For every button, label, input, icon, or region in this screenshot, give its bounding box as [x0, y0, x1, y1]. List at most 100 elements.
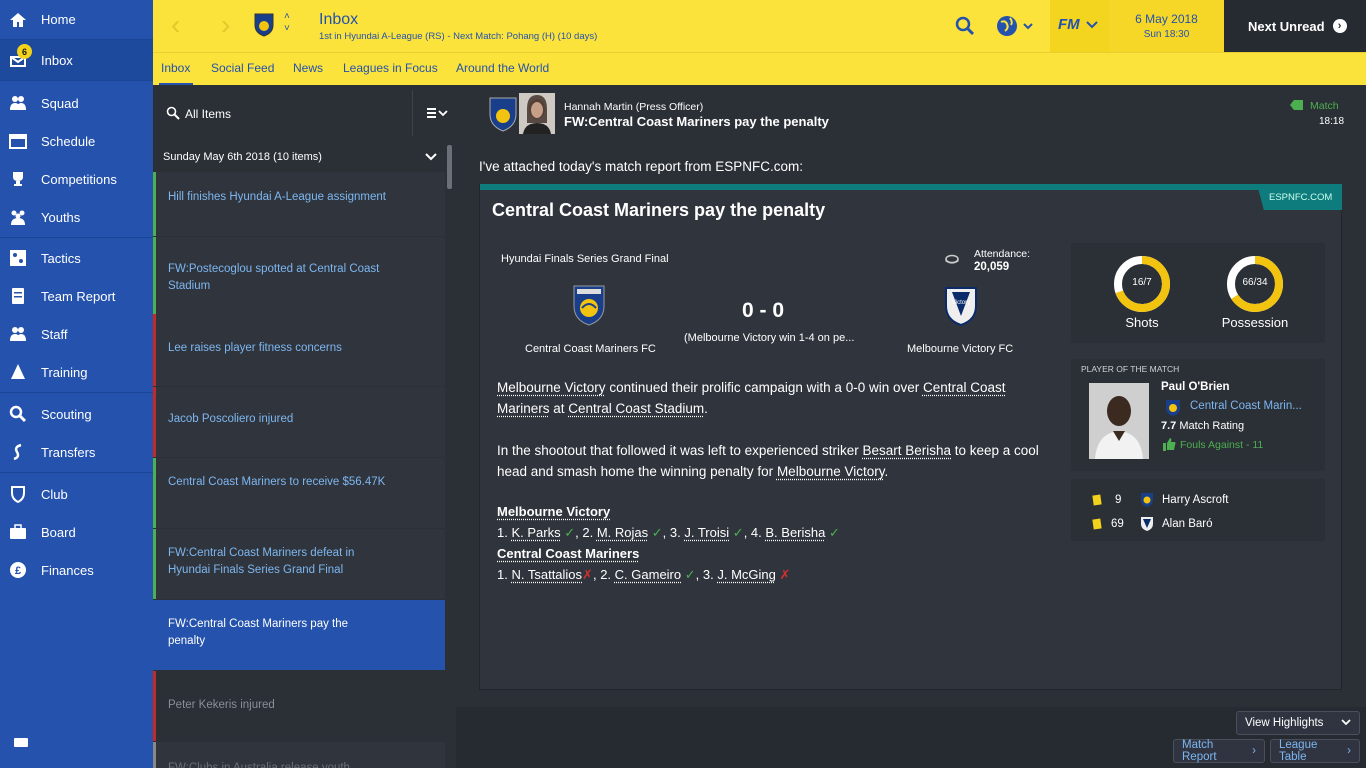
list-scrollbar[interactable] — [447, 145, 452, 189]
svg-text:£: £ — [15, 565, 21, 577]
player-link[interactable]: J. McGing — [717, 567, 776, 582]
booking-player[interactable]: Alan Baró — [1162, 518, 1213, 530]
next-unread-button[interactable]: Next Unread › — [1224, 0, 1366, 52]
player-link[interactable]: J. Troisi — [684, 525, 729, 540]
score-note: (Melbourne Victory win 1-4 on pe... — [684, 332, 855, 344]
sidebar-item-transfers[interactable]: Transfers — [0, 433, 153, 471]
list-item[interactable]: FW:Clubs in Australia release youth — [153, 742, 445, 768]
list-item[interactable]: Hill finishes Hyundai A-League assignmen… — [153, 172, 445, 236]
transfers-icon — [9, 443, 27, 461]
sender-avatar — [519, 93, 555, 134]
back-arrow-icon[interactable]: ‹ — [171, 11, 191, 39]
tab-social-feed[interactable]: Social Feed — [211, 61, 274, 75]
list-item-selected[interactable]: FW:Central Coast Mariners pay the penalt… — [153, 600, 445, 670]
list-item[interactable]: Central Coast Mariners to receive $56.47… — [153, 458, 445, 528]
sidebar-item-label: Training — [41, 364, 88, 380]
home-team-crest-icon[interactable] — [572, 284, 606, 326]
message-subject: FW:Central Coast Mariners pay the penalt… — [564, 114, 829, 129]
sidebar-item-scouting[interactable]: Scouting — [0, 395, 153, 433]
view-highlights-button[interactable]: View Highlights — [1236, 711, 1360, 735]
scored-check-icon: ✓ — [564, 525, 576, 540]
stadium-link[interactable]: Central Coast Stadium — [568, 401, 704, 416]
message-time: 18:18 — [1319, 116, 1345, 127]
player-photo[interactable] — [1089, 383, 1149, 459]
yellow-card-icon — [1092, 518, 1102, 530]
group-header[interactable]: Sunday May 6th 2018 (10 items) — [153, 143, 445, 171]
sidebar-item-competitions[interactable]: Competitions — [0, 160, 153, 198]
sidebar-item-schedule[interactable]: Schedule — [0, 122, 153, 160]
away-team-crest-icon[interactable]: Victory — [944, 286, 978, 327]
home-icon — [9, 11, 27, 29]
message-tag: Match — [1310, 100, 1339, 112]
sidebar-item-team-report[interactable]: Team Report — [0, 277, 153, 315]
sidebar-item-staff[interactable]: Staff — [0, 315, 153, 353]
sidebar-item-label: Transfers — [41, 444, 96, 460]
player-link[interactable]: K. Parks — [511, 525, 560, 540]
player-link[interactable]: Besart Berisha — [862, 443, 951, 458]
shootout-team-2[interactable]: Central Coast Mariners — [497, 546, 639, 561]
yellow-card-icon — [1092, 494, 1102, 506]
page-subtitle: 1st in Hyundai A-League (RS) - Next Matc… — [319, 31, 598, 42]
list-item[interactable]: Lee raises player fitness concerns — [153, 314, 445, 386]
svg-text:Victory: Victory — [952, 300, 970, 306]
sidebar-item-club[interactable]: Club — [0, 475, 153, 513]
game-date[interactable]: 6 May 2018 Sun 18:30 — [1109, 0, 1224, 52]
shootout-team-1[interactable]: Melbourne Victory — [497, 504, 610, 519]
potm-heading: PLAYER OF THE MATCH — [1081, 364, 1180, 374]
list-options-dropdown[interactable] — [426, 106, 450, 120]
away-team-name[interactable]: Melbourne Victory FC — [907, 343, 1013, 355]
home-team-name[interactable]: Central Coast Mariners FC — [525, 343, 656, 355]
attendance-value: 20,059 — [974, 261, 1010, 273]
player-link[interactable]: C. Gameiro — [615, 567, 681, 582]
booking-minute: 69 — [1111, 518, 1124, 530]
divider — [412, 90, 413, 136]
list-item[interactable]: FW:Central Coast Mariners defeat in Hyun… — [153, 529, 445, 599]
chevron-right-icon: › — [1347, 745, 1351, 757]
tab-leagues-in-focus[interactable]: Leagues in Focus — [343, 61, 438, 75]
league-table-button[interactable]: League Table › — [1270, 739, 1360, 763]
sidebar-item-youths[interactable]: Youths — [0, 198, 153, 236]
forward-arrow-icon[interactable]: › — [221, 11, 241, 39]
training-icon — [9, 363, 27, 381]
sidebar-item-training[interactable]: Training — [0, 353, 153, 391]
list-item[interactable]: FW:Postecoglou spotted at Central Coast … — [153, 237, 445, 318]
tab-around-the-world[interactable]: Around the World — [456, 61, 549, 75]
sidebar-item-home[interactable]: Home — [0, 0, 153, 39]
chevron-down-icon — [1341, 717, 1351, 729]
booking-player[interactable]: Harry Ascroft — [1162, 494, 1228, 506]
club-crest-icon — [1140, 492, 1154, 508]
sidebar-item-board[interactable]: Board — [0, 513, 153, 551]
chevron-down-icon — [1086, 14, 1098, 34]
potm-club[interactable]: Central Coast Marin... — [1190, 400, 1302, 412]
match-report-button[interactable]: Match Report › — [1173, 739, 1265, 763]
club-switch-chevrons-icon[interactable]: ˄ ˅ — [284, 11, 290, 35]
globe-dropdown[interactable] — [996, 14, 1034, 38]
missed-cross-icon: ✗ — [779, 567, 791, 582]
player-link[interactable]: N. Tsattalios — [511, 567, 582, 582]
list-item[interactable]: Jacob Poscoliero injured — [153, 387, 445, 457]
team-link[interactable]: Melbourne Victory — [777, 464, 885, 479]
next-unread-label: Next Unread — [1248, 18, 1325, 34]
match-report-label: Match Report — [1182, 739, 1217, 763]
team-link[interactable]: Melbourne Victory — [497, 380, 606, 395]
club-crest-icon[interactable] — [253, 13, 275, 37]
tab-news[interactable]: News — [293, 61, 323, 75]
sidebar-item-squad[interactable]: Squad — [0, 84, 153, 122]
search-icon[interactable] — [955, 16, 975, 36]
list-item[interactable]: Peter Kekeris injured — [153, 671, 445, 741]
report-icon — [9, 287, 27, 305]
player-link[interactable]: M. Rojas — [597, 525, 648, 540]
group-label: Sunday May 6th 2018 (10 items) — [163, 151, 322, 163]
sidebar-item-tactics[interactable]: Tactics — [0, 239, 153, 277]
player-link[interactable]: B. Berisha — [765, 525, 825, 540]
view-highlights-label: View Highlights — [1245, 717, 1324, 729]
possession-value: 66/34 — [1242, 277, 1268, 288]
fm-menu-button[interactable]: FM — [1050, 0, 1109, 52]
potm-name[interactable]: Paul O'Brien — [1161, 381, 1230, 393]
sidebar-item-finances[interactable]: £ Finances — [0, 551, 153, 589]
filter-all-items[interactable]: All Items — [185, 107, 231, 121]
sidebar-item-label: Inbox — [41, 52, 73, 68]
tab-inbox[interactable]: Inbox — [161, 61, 190, 75]
possession-label: Possession — [1221, 315, 1289, 330]
club-crest-icon — [488, 96, 518, 132]
